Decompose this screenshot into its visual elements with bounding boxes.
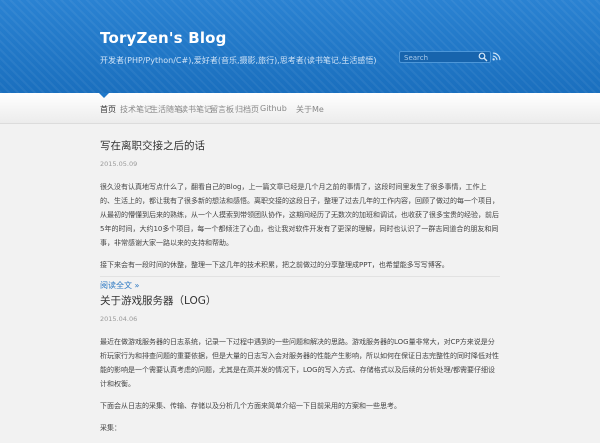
nav-item-life[interactable]: 生活随笔 xyxy=(150,104,182,115)
post-entry: 关于游戏服务器（LOG） 2015.04.06 最近在做游戏服务器的日志系统，记… xyxy=(100,293,500,443)
post-paragraph: 最近在做游戏服务器的日志系统，记录一下过程中遇到的一些问题和解决的思路。游戏服务… xyxy=(100,338,499,388)
post-excerpt: 很久没有认真地写点什么了，翻看自己的Blog，上一篇文章已经是几个月之前的事情了… xyxy=(100,180,500,272)
post-paragraph: 采集： xyxy=(100,424,121,432)
post-title[interactable]: 关于游戏服务器（LOG） xyxy=(100,293,500,308)
post-paragraph: 接下来会有一段时间的休整，整理一下这几年的技术积累，把之前做过的分享整理成PPT… xyxy=(100,261,449,269)
rss-icon[interactable] xyxy=(492,52,501,61)
site-header: ToryZen's Blog 开发者(PHP/Python/C#),爱好者(音乐… xyxy=(0,0,600,93)
site-title[interactable]: ToryZen's Blog xyxy=(100,29,227,47)
nav-item-tech-notes[interactable]: 技术笔记 xyxy=(120,104,152,115)
nav-item-reading[interactable]: 读书笔记 xyxy=(180,104,212,115)
search-icon[interactable] xyxy=(478,52,488,62)
site-description: 开发者(PHP/Python/C#),爱好者(音乐,摄影,旅行),思考者(读书笔… xyxy=(100,56,377,65)
post-date: 2015.04.06 xyxy=(100,315,138,323)
nav-item-about[interactable]: 关于Me xyxy=(296,104,324,115)
post-excerpt: 最近在做游戏服务器的日志系统，记录一下过程中遇到的一些问题和解决的思路。游戏服务… xyxy=(100,335,500,435)
post-entry: 写在离职交接之后的话 2015.05.09 很久没有认真地写点什么了，翻看自己的… xyxy=(100,138,500,291)
nav-active-indicator xyxy=(99,93,109,98)
post-title[interactable]: 写在离职交接之后的话 xyxy=(100,138,500,153)
post-paragraph: 很久没有认真地写点什么了，翻看自己的Blog，上一篇文章已经是几个月之前的事情了… xyxy=(100,183,499,247)
nav-item-github[interactable]: Github xyxy=(260,104,287,113)
post-divider xyxy=(100,276,500,277)
nav-item-guestbook[interactable]: 留言板 xyxy=(210,104,234,115)
post-paragraph: 下面会从日志的采集、传输、存储以及分析几个方面来简单介绍一下目前采用的方案和一些… xyxy=(100,402,401,410)
nav-item-home[interactable]: 首页 xyxy=(100,104,116,115)
post-date: 2015.05.09 xyxy=(100,160,138,168)
read-more-link[interactable]: 阅读全文 » xyxy=(100,280,500,291)
nav-item-archive[interactable]: 归档页 xyxy=(235,104,259,115)
